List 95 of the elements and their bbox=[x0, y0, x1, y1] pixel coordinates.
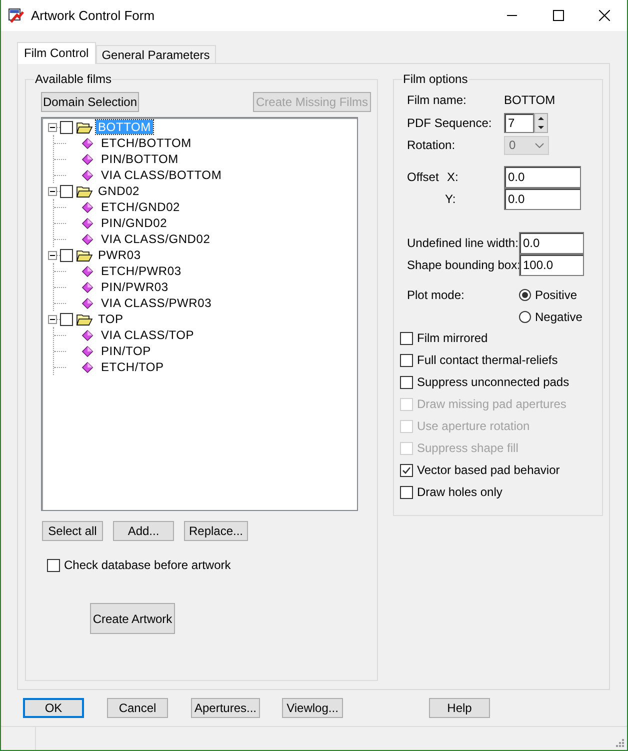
tree-item[interactable]: PIN/TOP bbox=[99, 344, 153, 358]
collapse-icon[interactable] bbox=[48, 314, 57, 324]
bounding-box-field[interactable]: 100.0 bbox=[519, 254, 584, 276]
diamond-icon bbox=[82, 362, 93, 372]
tree-item[interactable]: ETCH/PWR03 bbox=[99, 264, 184, 278]
checkbox[interactable] bbox=[60, 312, 73, 326]
checkbox[interactable] bbox=[60, 120, 73, 134]
checkbox-label: Use aperture rotation bbox=[417, 419, 530, 433]
film-name-value: BOTTOM bbox=[504, 93, 556, 107]
offset-x-field[interactable]: 0.0 bbox=[504, 166, 581, 188]
checkbox-label: Draw missing pad apertures bbox=[417, 397, 566, 411]
collapse-icon[interactable] bbox=[48, 122, 57, 132]
tree-item[interactable]: ETCH/GND02 bbox=[99, 200, 182, 214]
dialog-button[interactable]: Help bbox=[429, 698, 490, 718]
domain-selection-button[interactable]: Domain Selection bbox=[41, 92, 139, 112]
window-title: Artwork Control Form bbox=[31, 8, 156, 23]
tab[interactable]: General Parameters bbox=[96, 45, 216, 63]
action-button[interactable]: Replace... bbox=[184, 521, 248, 541]
diamond-icon bbox=[82, 330, 93, 340]
collapse-icon[interactable] bbox=[48, 186, 57, 196]
radio-label: Negative bbox=[535, 310, 582, 324]
checkbox-label: Draw holes only bbox=[417, 485, 502, 499]
dialog-button[interactable]: Viewlog... bbox=[282, 698, 343, 718]
checkbox-label: Suppress unconnected pads bbox=[417, 375, 570, 389]
checkbox[interactable] bbox=[47, 558, 60, 572]
dialog-button[interactable]: OK bbox=[23, 698, 84, 718]
close-icon bbox=[598, 10, 610, 21]
resize-grip-icon[interactable] bbox=[615, 738, 625, 748]
diamond-icon bbox=[82, 298, 93, 308]
checkbox[interactable] bbox=[400, 332, 413, 344]
radio-label: Positive bbox=[535, 288, 578, 302]
offset-y-field[interactable]: 0.0 bbox=[504, 188, 581, 210]
diamond-icon bbox=[82, 234, 93, 244]
chevron-down-icon bbox=[535, 142, 544, 148]
folder-icon bbox=[76, 184, 93, 198]
line-width-label: Undefined line width: bbox=[407, 236, 519, 250]
folder-icon bbox=[76, 120, 93, 134]
diamond-icon bbox=[82, 154, 93, 164]
diamond-icon bbox=[82, 282, 93, 292]
checkbox[interactable] bbox=[60, 248, 73, 262]
diamond-icon bbox=[82, 346, 93, 356]
tree-item[interactable]: TOP bbox=[96, 312, 126, 326]
create-artwork-button[interactable]: Create Artwork bbox=[90, 603, 175, 634]
diamond-icon bbox=[82, 218, 93, 228]
diamond-icon bbox=[82, 138, 93, 148]
tree-item[interactable]: VIA CLASS/BOTTOM bbox=[99, 168, 224, 182]
rotation-dropdown[interactable]: 0 bbox=[504, 136, 549, 154]
bounding-box-label: Shape bounding box: bbox=[407, 258, 519, 272]
diamond-icon bbox=[82, 202, 93, 212]
film-tree[interactable]: BOTTOM ETCH/BOTTOM PIN/BOTTOM VIA CLASS/BOTTOM GND02 ETCH/GND02 PIN/GND02 VIA CLASS/GND02 PWR03 ETCH/PWR03 PIN/PWR03 VIA CLASS/PWR03 TOP VIA CLASS/TOP PIN/TOP ETCH/TOP bbox=[41, 117, 358, 511]
dialog-button[interactable]: Cancel bbox=[107, 698, 168, 718]
checkbox-label: Check database before artwork bbox=[64, 558, 231, 572]
pdf-sequence-label: PDF Sequence: bbox=[407, 116, 493, 130]
folder-icon bbox=[76, 248, 93, 262]
plot-mode-label: Plot mode: bbox=[407, 287, 466, 303]
collapse-icon[interactable] bbox=[48, 250, 57, 260]
diamond-icon bbox=[82, 170, 93, 180]
offset-x-label: X: bbox=[447, 170, 460, 184]
tree-item[interactable]: GND02 bbox=[96, 184, 142, 198]
radio-button[interactable] bbox=[519, 311, 531, 323]
checkbox[interactable] bbox=[60, 184, 73, 198]
checkbox-label: Full contact thermal-reliefs bbox=[417, 353, 558, 367]
diamond-icon bbox=[82, 266, 93, 276]
app-icon bbox=[8, 8, 24, 24]
tree-item[interactable]: ETCH/BOTTOM bbox=[99, 136, 194, 150]
radio-button[interactable] bbox=[519, 289, 531, 301]
tree-item[interactable]: ETCH/TOP bbox=[99, 360, 166, 374]
minimize-icon bbox=[507, 14, 517, 16]
checkbox[interactable] bbox=[400, 376, 413, 388]
checkbox[interactable] bbox=[400, 486, 413, 498]
tree-item[interactable]: PIN/PWR03 bbox=[99, 280, 170, 294]
checkbox[interactable] bbox=[400, 464, 413, 476]
tree-item[interactable]: VIA CLASS/PWR03 bbox=[99, 296, 214, 310]
group-title: Film options bbox=[402, 72, 469, 86]
checkbox-label: Suppress shape fill bbox=[417, 441, 518, 455]
tree-item[interactable]: PIN/BOTTOM bbox=[99, 152, 180, 166]
line-width-field[interactable]: 0.0 bbox=[519, 232, 584, 254]
tree-item[interactable]: VIA CLASS/GND02 bbox=[99, 232, 212, 246]
offset-y-label: Y: bbox=[444, 192, 457, 206]
action-button[interactable]: Select all bbox=[42, 521, 103, 541]
checkbox-label: Film mirrored bbox=[417, 331, 488, 345]
dialog-button[interactable]: Apertures... bbox=[191, 698, 260, 718]
film-name-label: Film name: bbox=[407, 93, 468, 107]
tab[interactable]: Film Control bbox=[17, 42, 96, 64]
checkbox-label: Vector based pad behavior bbox=[417, 463, 560, 477]
tree-item[interactable]: VIA CLASS/TOP bbox=[99, 328, 196, 342]
maximize-icon bbox=[552, 10, 564, 21]
folder-icon bbox=[76, 312, 93, 326]
action-button[interactable]: Add... bbox=[113, 521, 174, 541]
tree-item[interactable]: PWR03 bbox=[96, 248, 143, 262]
group-title: Available films bbox=[34, 72, 112, 86]
rotation-label: Rotation: bbox=[407, 138, 456, 152]
offset-label: Offset bbox=[407, 170, 440, 184]
tree-item[interactable]: PIN/GND02 bbox=[99, 216, 170, 230]
checkbox[interactable] bbox=[400, 354, 413, 366]
